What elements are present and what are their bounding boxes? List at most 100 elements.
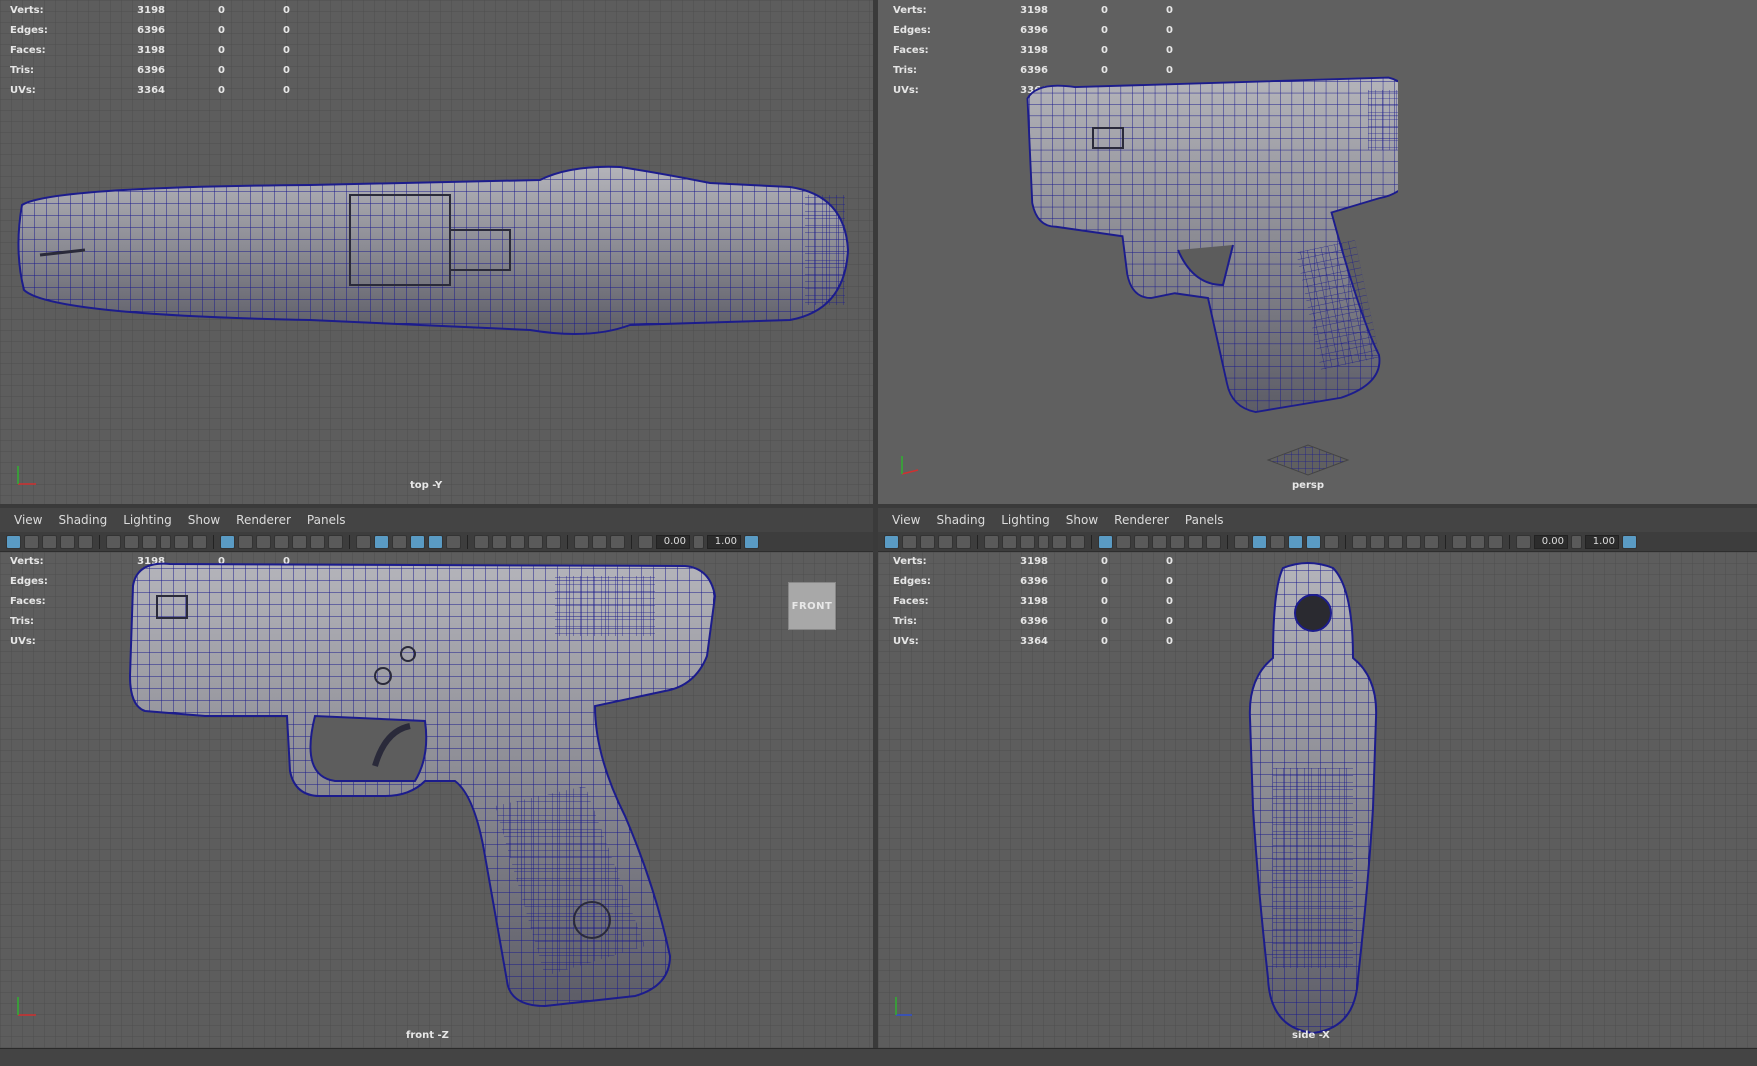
- gamma-field[interactable]: 1.00: [1585, 534, 1619, 549]
- bookmark-icon[interactable]: [920, 534, 935, 549]
- grid-icon[interactable]: [1098, 534, 1113, 549]
- stats-label: Faces:: [10, 596, 46, 607]
- image-plane-icon[interactable]: [60, 534, 75, 549]
- menu-view[interactable]: View: [884, 513, 928, 527]
- toolbar-separator: [1091, 534, 1092, 549]
- menu-show[interactable]: Show: [1058, 513, 1106, 527]
- view-cube-front[interactable]: FRONT: [788, 582, 836, 630]
- motion-blur-icon[interactable]: [1388, 534, 1403, 549]
- camera-attributes-icon[interactable]: [24, 534, 39, 549]
- menu-view[interactable]: View: [6, 513, 50, 527]
- lock-camera-icon[interactable]: [1002, 534, 1017, 549]
- use-lights-icon[interactable]: [1324, 534, 1339, 549]
- gamma-field[interactable]: 1.00: [707, 534, 741, 549]
- pistol-mesh-side[interactable]: [1248, 558, 1378, 1043]
- exposure-icon[interactable]: [1516, 534, 1531, 549]
- film-gate-icon[interactable]: [238, 534, 253, 549]
- menu-renderer[interactable]: Renderer: [228, 513, 299, 527]
- shadows-icon[interactable]: [474, 534, 489, 549]
- textured-icon[interactable]: [1306, 534, 1321, 549]
- smooth-shade-icon[interactable]: [1252, 534, 1267, 549]
- textured-icon[interactable]: [428, 534, 443, 549]
- 2d-pan-icon[interactable]: [956, 534, 971, 549]
- wireframe-icon[interactable]: [356, 534, 371, 549]
- motion-blur-icon[interactable]: [510, 534, 525, 549]
- menu-show[interactable]: Show: [180, 513, 228, 527]
- viewport-splitter-vertical[interactable]: [873, 0, 878, 1048]
- exposure-field[interactable]: 0.00: [656, 534, 690, 549]
- grease-pencil-icon[interactable]: [1052, 534, 1067, 549]
- viewport-splitter-horizontal[interactable]: [0, 504, 1757, 508]
- ambient-occlusion-icon[interactable]: [492, 534, 507, 549]
- isolate-select-icon[interactable]: [610, 534, 625, 549]
- camera-attributes-icon[interactable]: [902, 534, 917, 549]
- anti-aliasing-icon[interactable]: [1406, 534, 1421, 549]
- pencil-icon[interactable]: [192, 534, 207, 549]
- flat-shade-icon[interactable]: [392, 534, 407, 549]
- camera-attr-icon[interactable]: [142, 534, 157, 549]
- viewport-persp[interactable]: Verts: 3198 0 0 Edges: 6396 0 0 Faces: 3198 0 0 T…: [878, 0, 1757, 504]
- viewport-side[interactable]: View Shading Lighting Show Renderer Pane…: [878, 508, 1757, 1048]
- xray-joints-icon[interactable]: [1470, 534, 1485, 549]
- viewport-top[interactable]: Verts: 3198 0 0 Edges: 6396 0 0 Faces: 3198 0 0 T…: [0, 0, 873, 504]
- isolate-select-icon[interactable]: [1488, 534, 1503, 549]
- select-camera-icon[interactable]: [884, 534, 899, 549]
- select-camera-icon[interactable]: [6, 534, 21, 549]
- pistol-mesh-top[interactable]: [10, 155, 850, 345]
- camera-icon[interactable]: [984, 534, 999, 549]
- gate-mask-icon[interactable]: [1152, 534, 1167, 549]
- bookmark-icon[interactable]: [42, 534, 57, 549]
- menu-panels[interactable]: Panels: [299, 513, 354, 527]
- resolution-gate-icon[interactable]: [256, 534, 271, 549]
- pistol-mesh-persp[interactable]: [1018, 70, 1398, 450]
- menu-lighting[interactable]: Lighting: [993, 513, 1058, 527]
- exposure-field[interactable]: 0.00: [1534, 534, 1568, 549]
- menu-shading[interactable]: Shading: [50, 513, 115, 527]
- menu-shading[interactable]: Shading: [928, 513, 993, 527]
- film-gate-icon[interactable]: [1116, 534, 1131, 549]
- ambient-occlusion-icon[interactable]: [1370, 534, 1385, 549]
- field-chart-icon[interactable]: [292, 534, 307, 549]
- depth-of-field-icon[interactable]: [546, 534, 561, 549]
- flat-shade-icon[interactable]: [1270, 534, 1285, 549]
- xray-icon[interactable]: [574, 534, 589, 549]
- safe-action-icon[interactable]: [1188, 534, 1203, 549]
- lock-camera-icon[interactable]: [124, 534, 139, 549]
- viewport-front[interactable]: View Shading Lighting Show Renderer Pane…: [0, 508, 873, 1048]
- color-management-icon[interactable]: [1622, 534, 1637, 549]
- depth-of-field-icon[interactable]: [1424, 534, 1439, 549]
- stats-label: Verts:: [893, 5, 927, 16]
- camera-icon[interactable]: [106, 534, 121, 549]
- pencil-icon[interactable]: [1070, 534, 1085, 549]
- smooth-shade-icon[interactable]: [374, 534, 389, 549]
- xray-icon[interactable]: [1452, 534, 1467, 549]
- resolution-gate-icon[interactable]: [1134, 534, 1149, 549]
- wireframe-on-shaded-icon[interactable]: [1288, 534, 1303, 549]
- menu-renderer[interactable]: Renderer: [1106, 513, 1177, 527]
- exposure-icon[interactable]: [638, 534, 653, 549]
- wireframe-on-shaded-icon[interactable]: [410, 534, 425, 549]
- bookmark-flag-icon[interactable]: [160, 534, 171, 549]
- use-lights-icon[interactable]: [446, 534, 461, 549]
- menu-lighting[interactable]: Lighting: [115, 513, 180, 527]
- anti-aliasing-icon[interactable]: [528, 534, 543, 549]
- pistol-mesh-front[interactable]: [125, 556, 725, 1031]
- color-management-icon[interactable]: [744, 534, 759, 549]
- gamma-icon[interactable]: [1571, 534, 1582, 549]
- field-chart-icon[interactable]: [1170, 534, 1185, 549]
- safe-title-icon[interactable]: [1206, 534, 1221, 549]
- gate-mask-icon[interactable]: [274, 534, 289, 549]
- camera-attr-icon[interactable]: [1020, 534, 1035, 549]
- xray-joints-icon[interactable]: [592, 534, 607, 549]
- gamma-icon[interactable]: [693, 534, 704, 549]
- grid-icon[interactable]: [220, 534, 235, 549]
- image-plane-icon[interactable]: [938, 534, 953, 549]
- bookmark-flag-icon[interactable]: [1038, 534, 1049, 549]
- 2d-pan-icon[interactable]: [78, 534, 93, 549]
- wireframe-icon[interactable]: [1234, 534, 1249, 549]
- safe-title-icon[interactable]: [328, 534, 343, 549]
- shadows-icon[interactable]: [1352, 534, 1367, 549]
- safe-action-icon[interactable]: [310, 534, 325, 549]
- menu-panels[interactable]: Panels: [1177, 513, 1232, 527]
- grease-pencil-icon[interactable]: [174, 534, 189, 549]
